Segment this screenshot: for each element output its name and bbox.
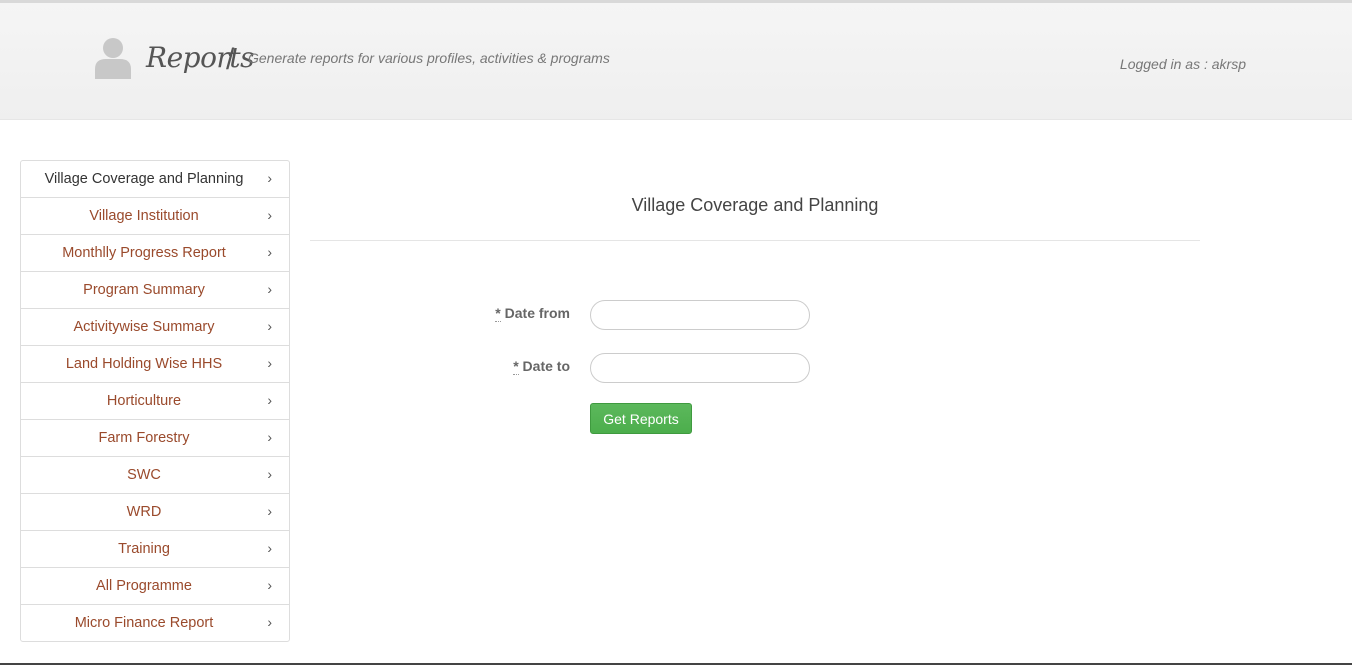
sidebar-item-label: Village Institution xyxy=(89,208,199,224)
sidebar-item-label: All Programme xyxy=(96,578,192,594)
page-header: Reports / Generate reports for various p… xyxy=(0,3,1352,120)
sidebar-item-farm-forestry[interactable]: Farm Forestry › xyxy=(21,419,289,456)
chevron-right-icon: › xyxy=(267,281,272,298)
date-from-label-text: Date from xyxy=(504,305,570,321)
sidebar-item-label: WRD xyxy=(126,504,162,520)
sidebar-item-label: Monthlly Progress Report xyxy=(62,245,226,261)
sidebar-item-label: Activitywise Summary xyxy=(73,319,215,335)
sidebar-item-label: Micro Finance Report xyxy=(74,615,214,631)
date-to-input[interactable] xyxy=(590,353,810,383)
sidebar-item-horticulture[interactable]: Horticulture › xyxy=(21,382,289,419)
chevron-right-icon: › xyxy=(267,355,272,372)
sidebar-item-village-institution[interactable]: Village Institution › xyxy=(21,197,289,234)
date-to-label-text: Date to xyxy=(522,358,570,374)
form-title: Village Coverage and Planning xyxy=(631,195,879,215)
required-marker: * xyxy=(513,358,519,375)
sidebar-item-program-summary[interactable]: Program Summary › xyxy=(21,271,289,308)
form-divider xyxy=(310,240,1200,241)
date-from-input[interactable] xyxy=(590,300,810,330)
sidebar-item-activitywise-summary[interactable]: Activitywise Summary › xyxy=(21,308,289,345)
report-sidebar: Village Coverage and Planning › Village I… xyxy=(20,160,290,642)
chevron-right-icon: › xyxy=(267,244,272,261)
chevron-right-icon: › xyxy=(267,614,272,631)
title-separator: / xyxy=(226,43,235,76)
chevron-right-icon: › xyxy=(267,466,272,483)
chevron-right-icon: › xyxy=(267,170,272,187)
sidebar-item-label: Training xyxy=(118,541,170,557)
date-to-label: * Date to xyxy=(370,358,570,375)
sidebar-item-label: Program Summary xyxy=(83,282,205,298)
chevron-right-icon: › xyxy=(267,577,272,594)
sidebar-item-micro-finance[interactable]: Micro Finance Report › xyxy=(21,604,289,641)
sidebar-item-training[interactable]: Training › xyxy=(21,530,289,567)
app-window: Reports / Generate reports for various p… xyxy=(0,0,1352,665)
chevron-right-icon: › xyxy=(267,318,272,335)
user-icon xyxy=(95,38,131,79)
required-marker: * xyxy=(495,305,501,322)
sidebar-item-land-holding[interactable]: Land Holding Wise HHS › xyxy=(21,345,289,382)
sidebar-item-label: Land Holding Wise HHS xyxy=(65,356,223,372)
logged-in-user: Logged in as : akrsp xyxy=(1119,56,1246,72)
chevron-right-icon: › xyxy=(267,392,272,409)
sidebar-item-wrd[interactable]: WRD › xyxy=(21,493,289,530)
sidebar-item-label: SWC xyxy=(127,467,161,483)
chevron-right-icon: › xyxy=(267,207,272,224)
sidebar-item-all-programme[interactable]: All Programme › xyxy=(21,567,289,604)
date-from-label: * Date from xyxy=(370,305,570,322)
sidebar-item-label: Village Coverage and Planning xyxy=(44,171,244,187)
chevron-right-icon: › xyxy=(267,429,272,446)
sidebar-item-swc[interactable]: SWC › xyxy=(21,456,289,493)
sidebar-item-village-coverage[interactable]: Village Coverage and Planning › xyxy=(21,161,289,197)
sidebar-item-monthly-progress[interactable]: Monthlly Progress Report › xyxy=(21,234,289,271)
page-title: Reports xyxy=(146,41,254,74)
chevron-right-icon: › xyxy=(267,503,272,520)
sidebar-item-label: Horticulture xyxy=(106,393,182,409)
page-subtitle: Generate reports for various profiles, a… xyxy=(248,50,610,66)
sidebar-item-label: Farm Forestry xyxy=(98,430,190,446)
chevron-right-icon: › xyxy=(267,540,272,557)
get-reports-button[interactable]: Get Reports xyxy=(590,403,692,434)
